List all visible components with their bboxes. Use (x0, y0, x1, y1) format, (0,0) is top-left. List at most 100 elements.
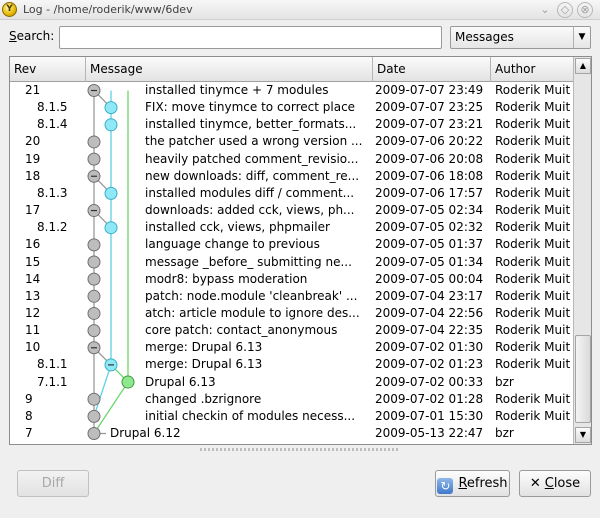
table-row[interactable]: 16 language change to previous 2009-07-05 … (10, 236, 573, 253)
row-author: Roderik Muit (495, 288, 571, 303)
minimize-button[interactable]: ⌄ (537, 2, 553, 18)
table-row[interactable]: 8.1.5 FIX: move tinymce to correct place 2… (10, 99, 573, 116)
row-message: installed tinymce + 7 modules (145, 83, 329, 97)
row-date: 2009-07-05 02:34 (375, 203, 484, 218)
table-row[interactable]: 14 modr8: bypass moderation 2009-07-05 00:… (10, 271, 573, 288)
splitter-handle[interactable] (200, 448, 400, 451)
row-author: Roderik Muit (495, 408, 571, 423)
row-rev: 8.1.2 (37, 220, 68, 235)
row-date: 2009-07-07 23:49 (375, 83, 484, 97)
title-bar: Y Log - /home/roderik/www/6dev ⌄ ◇ ⊗ (0, 0, 600, 20)
row-author: bzr (495, 374, 514, 389)
maximize-button[interactable]: ◇ (557, 2, 573, 18)
row-message: installed cck, views, phpmailer (145, 220, 330, 235)
app-icon: Y (2, 2, 17, 17)
vertical-scrollbar[interactable]: ▲ ▼ (573, 57, 591, 444)
table-row[interactable]: 8.1.2 installed cck, views, phpmailer 2009… (10, 219, 573, 236)
row-rev: 7.1.1 (37, 374, 68, 389)
search-filter-select[interactable]: Messages ▼ (450, 26, 591, 49)
row-date: 2009-07-05 01:37 (375, 237, 484, 252)
row-message: message _before_ submitting ne... (145, 254, 352, 269)
column-header-rev[interactable]: Rev (10, 57, 86, 82)
row-author: Roderik Muit (495, 100, 571, 115)
row-date: 2009-07-06 20:22 (375, 134, 484, 149)
table-row[interactable]: 21 installed tinymce + 7 modules 2009-07-0… (10, 82, 573, 99)
row-rev: 16 (25, 237, 41, 252)
table-header: Rev Message Date Author (10, 57, 573, 82)
row-rev: 18 (25, 168, 41, 183)
scroll-down-icon[interactable]: ▼ (575, 427, 591, 443)
row-rev: 8.1.4 (37, 117, 68, 132)
row-date: 2009-07-04 22:56 (375, 305, 484, 320)
table-row[interactable]: 13 patch: node.module 'cleanbreak' ... 200… (10, 288, 573, 305)
row-date: 2009-07-02 01:23 (375, 357, 484, 372)
row-message: language change to previous (145, 237, 320, 252)
row-message: downloads: added cck, views, ph... (145, 203, 355, 218)
diff-button[interactable]: Diff (17, 470, 89, 497)
table-row[interactable]: 8 initial checkin of modules necess... 200… (10, 408, 573, 425)
row-date: 2009-07-01 15:30 (375, 408, 484, 423)
column-header-date[interactable]: Date (373, 57, 491, 82)
row-rev: 10 (25, 340, 41, 355)
row-message: core patch: contact_anonymous (145, 323, 338, 338)
row-author: Roderik Muit (495, 83, 571, 97)
row-message: modr8: bypass moderation (145, 271, 308, 286)
row-rev: 17 (25, 203, 41, 218)
row-author: Roderik Muit (495, 168, 571, 183)
table-row[interactable]: 9 changed .bzrignore 2009-07-02 01:28 Roder… (10, 391, 573, 408)
table-row[interactable]: 8.1.4 installed tinymce, better_formats..… (10, 116, 573, 133)
row-rev: 15 (25, 254, 41, 269)
row-date: 2009-07-06 17:57 (375, 185, 484, 200)
row-message: new downloads: diff, comment_re... (145, 168, 360, 183)
table-row[interactable]: 17 downloads: added cck, views, ph... 2009… (10, 202, 573, 219)
table-row[interactable]: 18 new downloads: diff, comment_re... 2009… (10, 168, 573, 185)
table-row[interactable]: 8.1.3 installed modules diff / comment...… (10, 185, 573, 202)
table-row[interactable]: 11 core patch: contact_anonymous 2009-07-0… (10, 322, 573, 339)
row-author: Roderik Muit (495, 305, 571, 320)
search-input[interactable] (59, 26, 442, 49)
row-date: 2009-07-04 22:35 (375, 323, 484, 338)
close-button[interactable]: ✕ Close (519, 470, 591, 497)
row-date: 2009-07-05 02:32 (375, 220, 484, 235)
row-date: 2009-05-13 22:47 (375, 426, 484, 440)
row-date: 2009-07-05 01:34 (375, 254, 484, 269)
row-author: Roderik Muit (495, 117, 571, 132)
row-rev: 8.1.1 (37, 357, 68, 372)
table-row[interactable]: 20 the patcher used a wrong version ... 20… (10, 133, 573, 150)
table-row[interactable]: 10 merge: Drupal 6.13 2009-07-02 01:30 Rode… (10, 339, 573, 356)
row-date: 2009-07-02 01:30 (375, 340, 484, 355)
refresh-button[interactable]: ↻ Refresh (435, 470, 510, 497)
row-message: installed modules diff / comment... (145, 185, 355, 200)
table-row[interactable]: 7.1.1 Drupal 6.13 2009-07-02 00:33 bzr (10, 374, 573, 391)
row-author: Roderik Muit (495, 203, 571, 218)
row-author: Roderik Muit (495, 254, 571, 269)
row-message: Drupal 6.13 (145, 374, 216, 389)
row-author: Roderik Muit (495, 151, 571, 166)
search-label: Search: (9, 29, 55, 43)
row-message: patch: node.module 'cleanbreak' ... (145, 288, 358, 303)
row-date: 2009-07-02 01:28 (375, 391, 484, 406)
close-window-button[interactable]: ⊗ (577, 2, 593, 18)
row-message: atch: article module to ignore des... (145, 305, 360, 320)
scroll-up-icon[interactable]: ▲ (575, 58, 591, 74)
row-author: Roderik Muit (495, 134, 571, 149)
table-row[interactable]: 19 heavily patched comment_revisio... 2009… (10, 151, 573, 168)
row-message: heavily patched comment_revisio... (145, 151, 359, 166)
table-row[interactable]: 12 atch: article module to ignore des... 2… (10, 305, 573, 322)
column-header-message[interactable]: Message (86, 57, 373, 82)
scroll-thumb[interactable] (575, 335, 591, 423)
row-message: initial checkin of modules necess... (145, 408, 356, 423)
row-message: the patcher used a wrong version ... (145, 134, 363, 149)
row-rev: 8.1.3 (37, 185, 68, 200)
table-row[interactable]: 15 message _before_ submitting ne... 2009-… (10, 254, 573, 271)
row-rev: 8 (25, 408, 33, 423)
table-row[interactable]: 8.1.1 merge: Drupal 6.13 2009-07-02 01:23 R… (10, 356, 573, 373)
row-rev: 9 (25, 391, 33, 406)
row-message: changed .bzrignore (145, 391, 262, 406)
row-message: Drupal 6.12 (110, 426, 181, 440)
row-message: FIX: move tinymce to correct place (145, 100, 356, 115)
column-header-author[interactable]: Author (491, 57, 573, 82)
row-author: Roderik Muit (495, 391, 571, 406)
table-row[interactable]: 7 Drupal 6.12 2009-05-13 22:47 bzr (10, 425, 573, 442)
close-icon: ✕ (529, 476, 541, 491)
